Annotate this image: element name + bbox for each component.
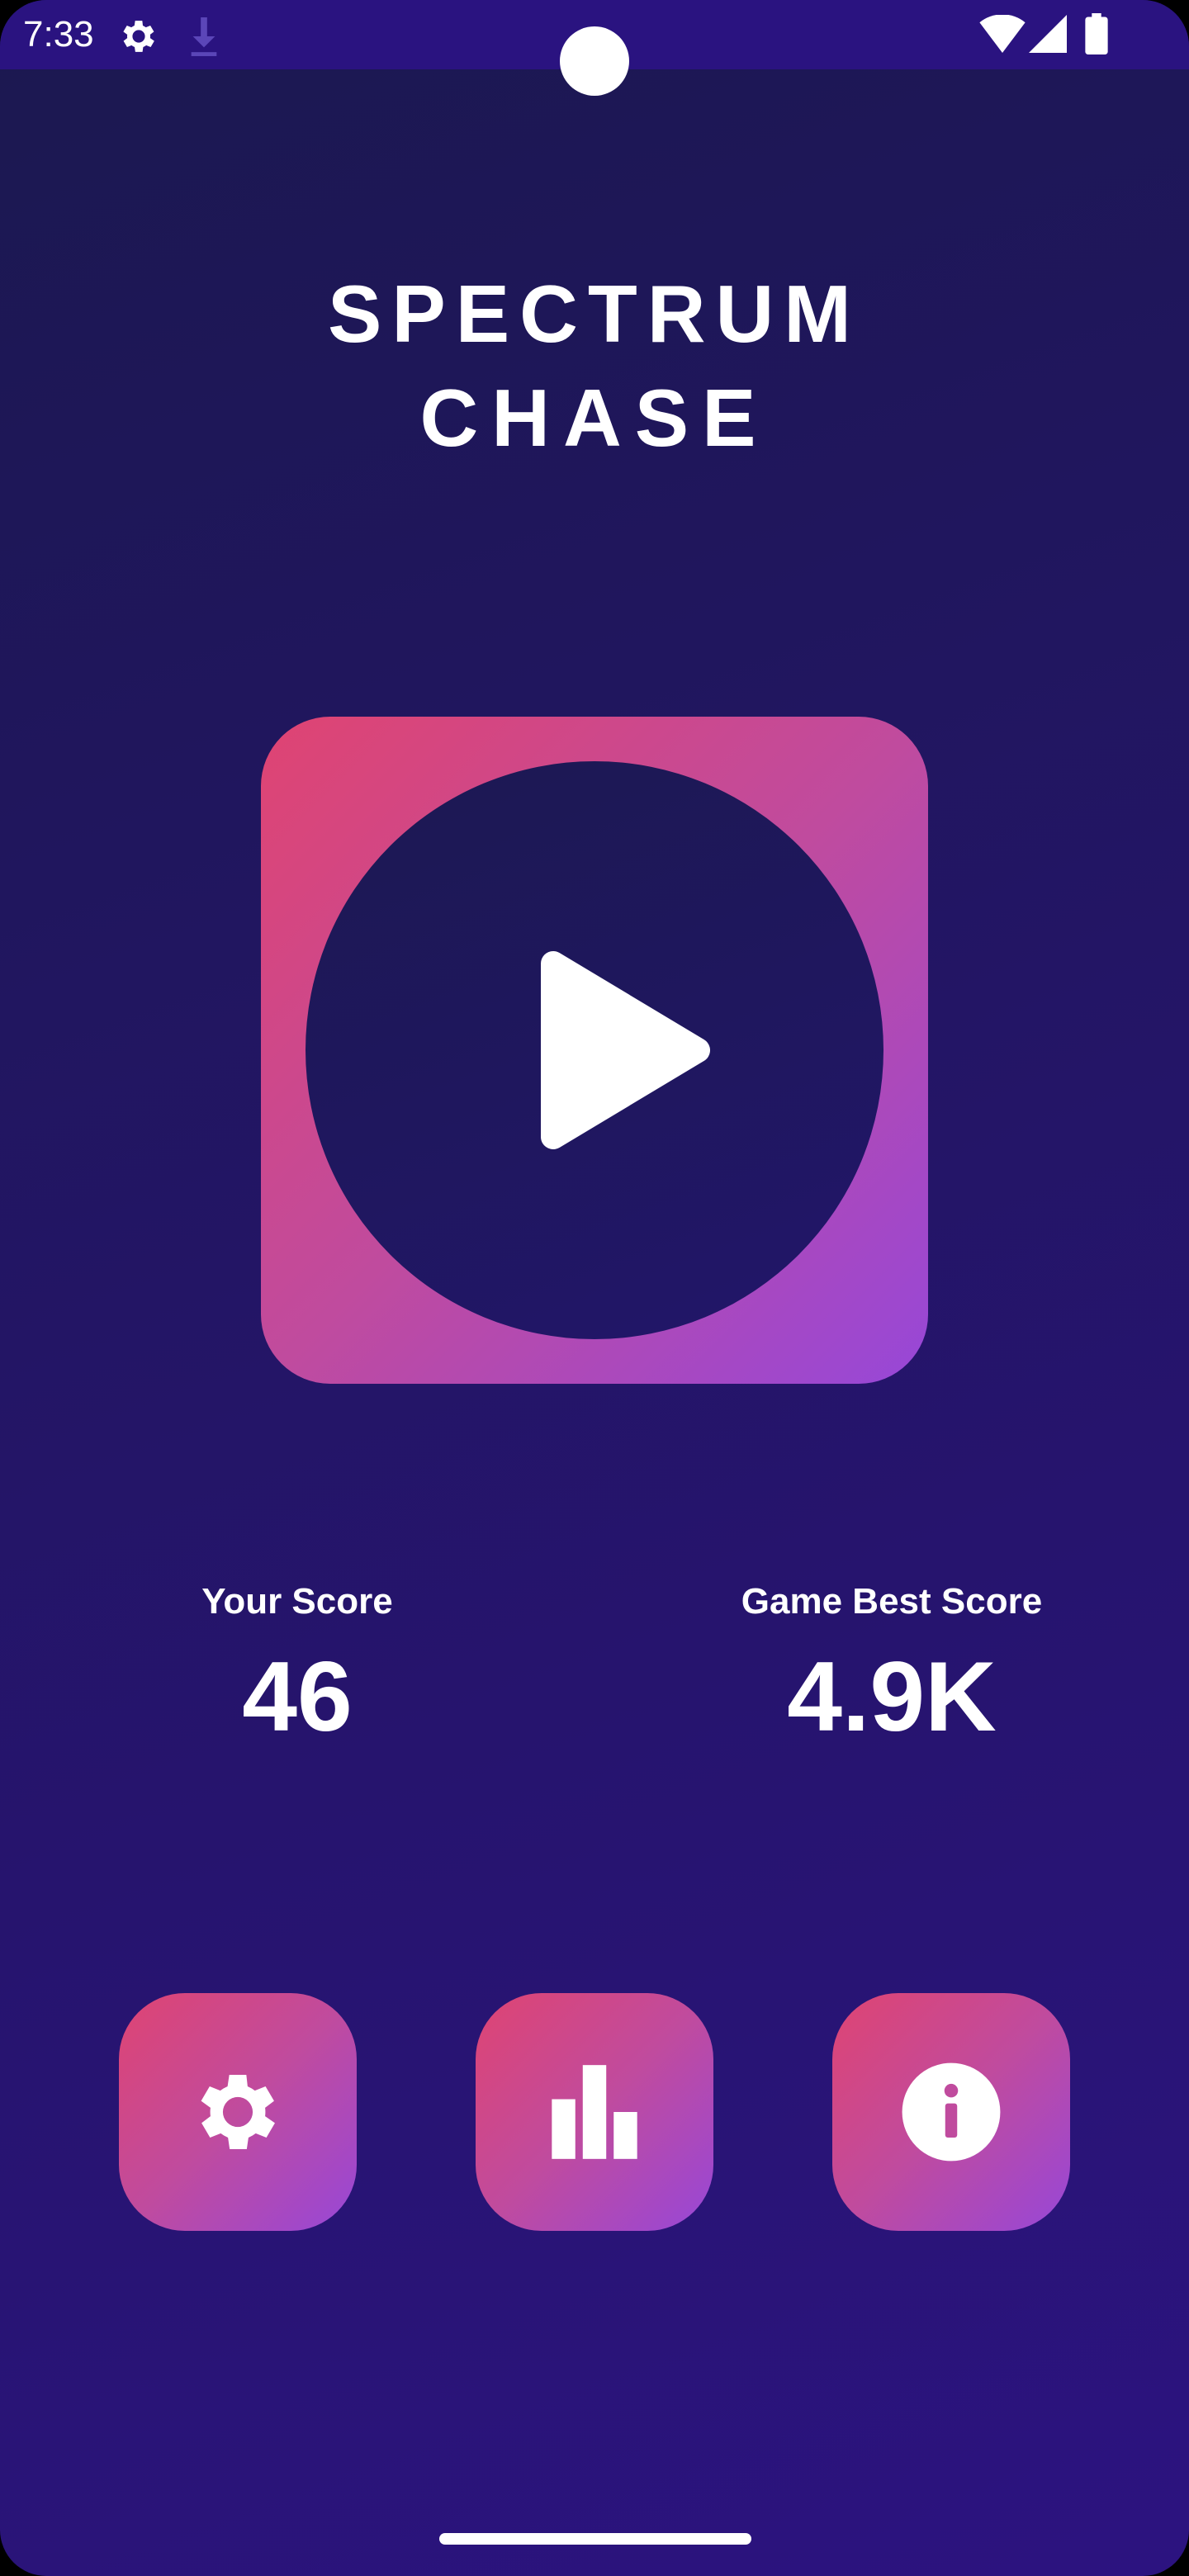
info-button[interactable] <box>832 1993 1070 2231</box>
logo-title-line1: SPECTRUM <box>328 268 861 359</box>
play-icon <box>541 951 710 1149</box>
bar-chart-icon <box>552 2065 637 2159</box>
gear-icon <box>123 21 154 52</box>
your-score-label: Your Score <box>201 1581 393 1622</box>
settings-button[interactable] <box>119 1993 357 2231</box>
gear-icon <box>201 2075 275 2149</box>
best-score-value: 4.9K <box>787 1641 997 1752</box>
signal-icon <box>1029 15 1067 53</box>
wifi-icon <box>979 15 1026 53</box>
camera-cutout <box>560 26 629 96</box>
play-button[interactable] <box>261 717 928 1384</box>
download-icon <box>191 17 217 56</box>
best-score-label: Game Best Score <box>741 1581 1043 1622</box>
play-circle <box>306 761 883 1339</box>
status-time: 7:33 <box>23 14 94 54</box>
leaderboard-button[interactable] <box>476 1993 713 2231</box>
info-icon <box>902 2062 1001 2162</box>
logo-title-line2: CHASE <box>419 372 770 463</box>
your-score-value: 46 <box>242 1641 353 1752</box>
home-screen: 7:33 SPECTRUM CHASE Your Score 46 Game B… <box>0 0 1189 2576</box>
battery-icon <box>1085 13 1108 54</box>
home-indicator[interactable] <box>439 2533 751 2545</box>
status-bar: 7:33 <box>0 0 1189 96</box>
